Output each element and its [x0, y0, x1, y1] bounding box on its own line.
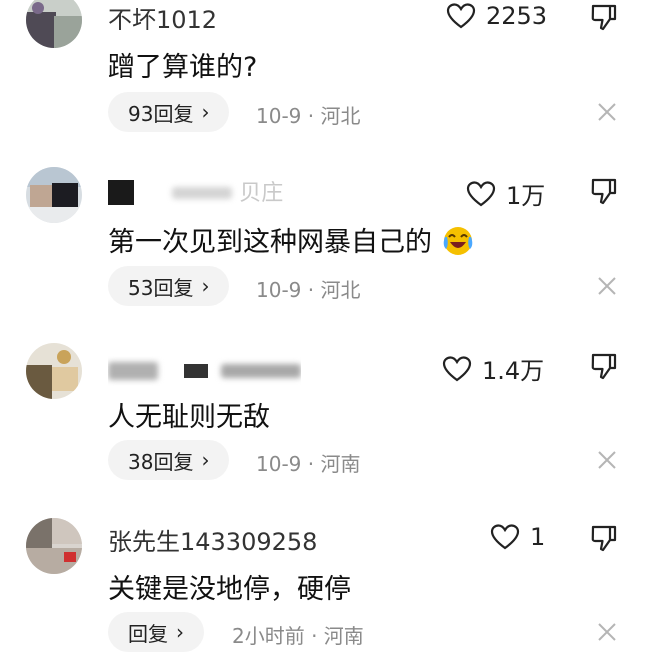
username[interactable]: 张先生143309258 [108, 522, 317, 552]
comment-meta: 2小时前 · 河南 [232, 624, 364, 648]
like-count: 2253 [486, 2, 548, 30]
like-count: 1 [530, 523, 546, 551]
username-text: 不坏1012 [108, 6, 218, 30]
thumbs-down-icon[interactable] [590, 2, 618, 32]
comment-text: 第一次见到这种网暴自己的 [108, 227, 432, 258]
comment-text: 蹭了算谁的? [108, 52, 258, 83]
redaction-block [108, 362, 158, 380]
chevron-right-icon: › [201, 100, 210, 124]
reply-label: 38回复 [128, 449, 194, 474]
username[interactable]: 不坏1012 [108, 0, 217, 30]
reply-button[interactable]: 53回复 › [108, 266, 230, 306]
chevron-right-icon: › [201, 274, 210, 298]
comment-item: 不坏1012 2253 蹭了算谁的? 93回复 › 10-9 · 河北 [0, 0, 650, 150]
heart-outline-icon [446, 3, 476, 29]
like-button[interactable]: 1.4万 [442, 351, 544, 386]
redaction-block [221, 364, 302, 378]
thumbs-down-icon[interactable] [590, 176, 618, 206]
avatar[interactable] [26, 167, 82, 223]
reply-label: 93回复 [128, 101, 194, 126]
username[interactable]: 贝庄 [108, 175, 283, 205]
comment-item: 1.4万 人无耻则无敌 38回复 › 10-9 · 河南 [0, 340, 650, 490]
thumbs-down-icon[interactable] [590, 523, 618, 553]
close-icon[interactable] [596, 449, 618, 471]
close-icon[interactable] [596, 621, 618, 643]
heart-outline-icon [442, 355, 472, 381]
comment-meta: 10-9 · 河南 [256, 452, 361, 476]
heart-outline-icon [490, 524, 520, 550]
avatar[interactable] [26, 0, 82, 48]
comment-text: 关键是没地停，硬停 [108, 574, 351, 605]
redaction-block [183, 364, 208, 378]
like-button[interactable]: 1 [490, 523, 545, 551]
reply-label: 回复 [128, 621, 168, 646]
close-icon[interactable] [596, 101, 618, 123]
reply-label: 53回复 [128, 275, 194, 300]
close-icon[interactable] [596, 275, 618, 297]
redaction-block [108, 180, 134, 205]
like-button[interactable]: 2253 [446, 2, 547, 30]
username-text: 张先生143309258 [108, 528, 318, 552]
avatar[interactable] [26, 343, 82, 399]
like-button[interactable]: 1万 [466, 176, 545, 211]
chevron-right-icon: › [176, 620, 184, 644]
like-count: 1万 [506, 182, 546, 210]
username[interactable] [108, 356, 302, 386]
username-text: 贝庄 [239, 181, 284, 205]
redaction-block [171, 187, 232, 199]
reply-button[interactable]: 93回复 › [108, 92, 230, 132]
comment-item: 张先生143309258 1 关键是没地停，硬停 回复 › 2小时前 · 河南 [0, 512, 650, 671]
comment-text: 人无耻则无敌 [108, 402, 270, 433]
laughing-tears-emoji [443, 227, 472, 255]
comment-item: 贝庄 1万 第一次见到这种网暴自己的 53回复 › 10-9 · 河北 [0, 165, 650, 315]
avatar[interactable] [26, 518, 82, 574]
reply-button[interactable]: 回复 › [108, 612, 204, 652]
heart-outline-icon [466, 180, 496, 206]
chevron-right-icon: › [201, 448, 210, 472]
comment-meta: 10-9 · 河北 [256, 278, 361, 302]
comment-text-row: 第一次见到这种网暴自己的 [108, 220, 475, 259]
comment-meta: 10-9 · 河北 [256, 104, 361, 128]
thumbs-down-icon[interactable] [590, 351, 618, 381]
like-count: 1.4万 [482, 357, 545, 385]
reply-button[interactable]: 38回复 › [108, 440, 230, 480]
